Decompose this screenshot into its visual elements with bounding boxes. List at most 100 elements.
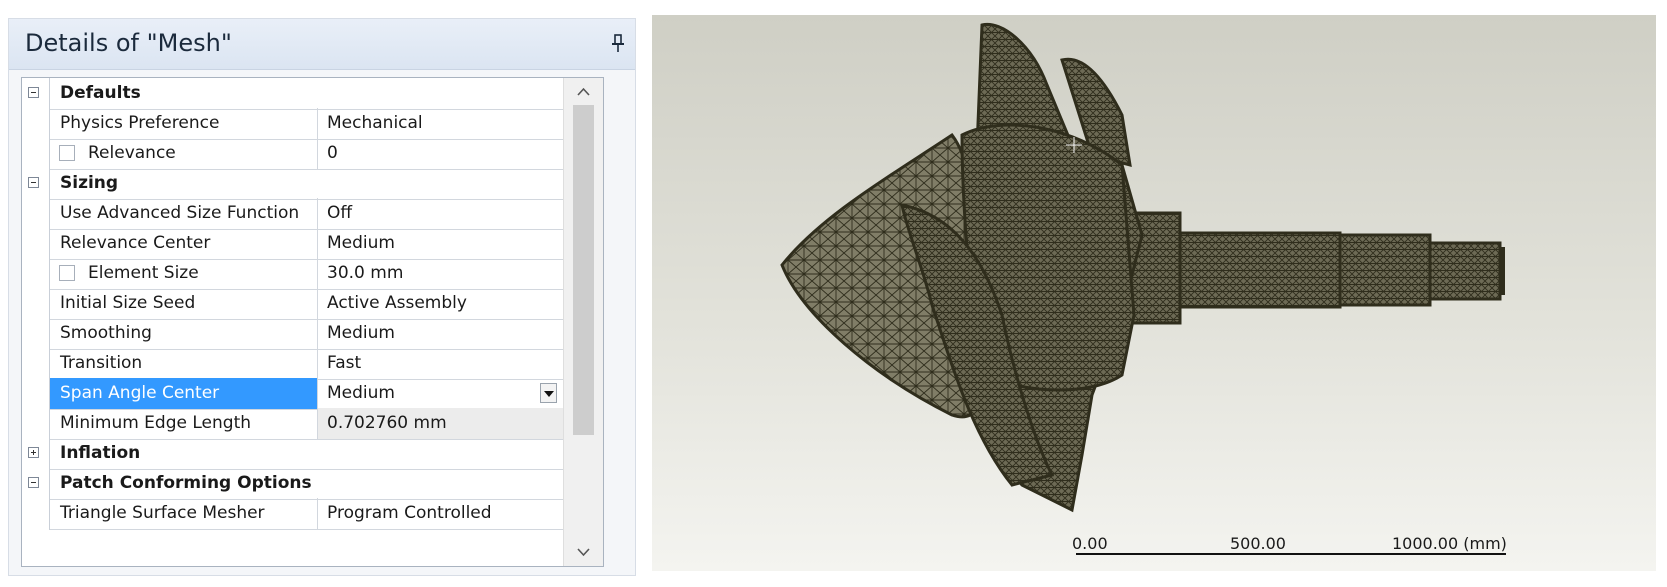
chevron-down-icon[interactable] (540, 383, 557, 403)
row-gutter (22, 498, 50, 530)
property-value: Mechanical (327, 113, 423, 133)
property-value: 0.702760 mm (327, 413, 447, 433)
row-gutter (22, 318, 50, 350)
property-value: Medium (327, 323, 395, 343)
property-name: Span Angle Center (60, 383, 220, 403)
scrollbar-thumb[interactable] (573, 105, 594, 435)
row-relevance[interactable]: Relevance 0 (22, 138, 563, 170)
property-value: 30.0 mm (327, 263, 404, 283)
scale-bar-line (1076, 553, 1506, 555)
scale-tick-label: 1000.00 (mm) (1392, 534, 1507, 553)
property-name-cell: Span Angle Center (50, 378, 318, 410)
category-label: Sizing (60, 173, 119, 193)
row-gutter (22, 468, 50, 500)
panel-title: Details of "Mesh" (25, 29, 232, 57)
property-value: Program Controlled (327, 503, 492, 523)
property-name-cell: Use Advanced Size Function (50, 198, 318, 230)
collapse-icon[interactable] (28, 177, 39, 188)
property-value: Medium (327, 233, 395, 253)
property-name: Element Size (88, 263, 199, 283)
category-inflation[interactable]: Inflation (22, 438, 563, 470)
row-physics-preference[interactable]: Physics Preference Mechanical (22, 108, 563, 140)
row-gutter (22, 378, 50, 410)
category-sizing[interactable]: Sizing (22, 168, 563, 200)
row-span-angle-center[interactable]: Span Angle Center Medium (22, 378, 563, 410)
details-grid: Defaults Physics Preference Mechanical R… (21, 77, 604, 567)
row-triangle-surface-mesher[interactable]: Triangle Surface Mesher Program Controll… (22, 498, 563, 530)
scale-tick-label: 0.00 (1072, 534, 1108, 553)
property-value: Fast (327, 353, 362, 373)
property-name-cell: Physics Preference (50, 108, 318, 140)
property-name: Relevance Center (60, 233, 211, 253)
collapse-icon[interactable] (28, 87, 39, 98)
row-smoothing[interactable]: Smoothing Medium (22, 318, 563, 350)
row-element-size[interactable]: Element Size 30.0 mm (22, 258, 563, 290)
row-gutter (22, 348, 50, 380)
property-name-cell: Triangle Surface Mesher (50, 498, 318, 530)
property-value-cell[interactable]: Medium (318, 318, 563, 350)
row-relevance-center[interactable]: Relevance Center Medium (22, 228, 563, 260)
property-name-cell: Minimum Edge Length (50, 408, 318, 440)
property-name: Initial Size Seed (60, 293, 196, 313)
property-name-cell: Relevance Center (50, 228, 318, 260)
property-value: Medium (327, 383, 395, 403)
collapse-icon[interactable] (28, 477, 39, 488)
relevance-checkbox[interactable] (59, 145, 75, 161)
scroll-up-icon[interactable] (564, 78, 603, 104)
property-value-cell[interactable]: Active Assembly (318, 288, 563, 320)
row-minimum-edge-length[interactable]: Minimum Edge Length 0.702760 mm (22, 408, 563, 440)
vertical-scrollbar[interactable] (563, 78, 603, 566)
shaft-mesh (1126, 211, 1505, 325)
property-name-cell: Relevance (50, 138, 318, 170)
element-size-checkbox[interactable] (59, 265, 75, 281)
row-gutter (22, 168, 50, 200)
property-value: Active Assembly (327, 293, 467, 313)
category-label: Defaults (60, 83, 141, 103)
row-transition[interactable]: Transition Fast (22, 348, 563, 380)
category-label: Patch Conforming Options (60, 473, 312, 493)
scroll-down-icon[interactable] (564, 540, 603, 566)
property-value-cell[interactable]: Off (318, 198, 563, 230)
property-value-cell[interactable]: 0 (318, 138, 563, 170)
row-gutter (22, 108, 50, 140)
row-gutter (22, 438, 50, 470)
property-name: Minimum Edge Length (60, 413, 252, 433)
property-name: Relevance (88, 143, 176, 163)
property-value: 0 (327, 143, 338, 163)
property-value-cell[interactable]: 30.0 mm (318, 258, 563, 290)
category-patch-conforming-options[interactable]: Patch Conforming Options (22, 468, 563, 500)
property-name: Triangle Surface Mesher (60, 503, 265, 523)
scale-tick-label: 500.00 (1230, 534, 1286, 553)
row-gutter (22, 78, 50, 110)
property-value-cell[interactable]: Fast (318, 348, 563, 380)
property-value-cell: 0.702760 mm (318, 408, 563, 440)
property-name-cell: Smoothing (50, 318, 318, 350)
property-name: Use Advanced Size Function (60, 203, 300, 223)
row-use-advanced-size-function[interactable]: Use Advanced Size Function Off (22, 198, 563, 230)
row-gutter (22, 138, 50, 170)
row-gutter (22, 408, 50, 440)
row-gutter (22, 198, 50, 230)
property-name: Smoothing (60, 323, 152, 343)
expand-icon[interactable] (28, 447, 39, 458)
row-gutter (22, 288, 50, 320)
property-name-cell: Transition (50, 348, 318, 380)
property-name: Transition (60, 353, 143, 373)
property-value: Off (327, 203, 353, 223)
row-gutter (22, 258, 50, 290)
property-name-cell: Element Size (50, 258, 318, 290)
details-panel-header: Details of "Mesh" (9, 19, 635, 70)
property-value-dropdown[interactable]: Medium (318, 378, 563, 410)
row-initial-size-seed[interactable]: Initial Size Seed Active Assembly (22, 288, 563, 320)
mesh-model (780, 22, 1505, 513)
graphics-viewport[interactable]: 0.00 500.00 1000.00 (mm) (652, 15, 1656, 571)
property-value-cell[interactable]: Medium (318, 228, 563, 260)
pin-icon[interactable] (611, 33, 625, 53)
row-gutter (22, 228, 50, 260)
property-value-cell[interactable]: Mechanical (318, 108, 563, 140)
details-panel: Details of "Mesh" Defaults Physics Prefe… (8, 18, 636, 576)
property-value-cell[interactable]: Program Controlled (318, 498, 563, 530)
category-defaults[interactable]: Defaults (22, 78, 563, 110)
property-name-cell: Initial Size Seed (50, 288, 318, 320)
property-name: Physics Preference (60, 113, 220, 133)
